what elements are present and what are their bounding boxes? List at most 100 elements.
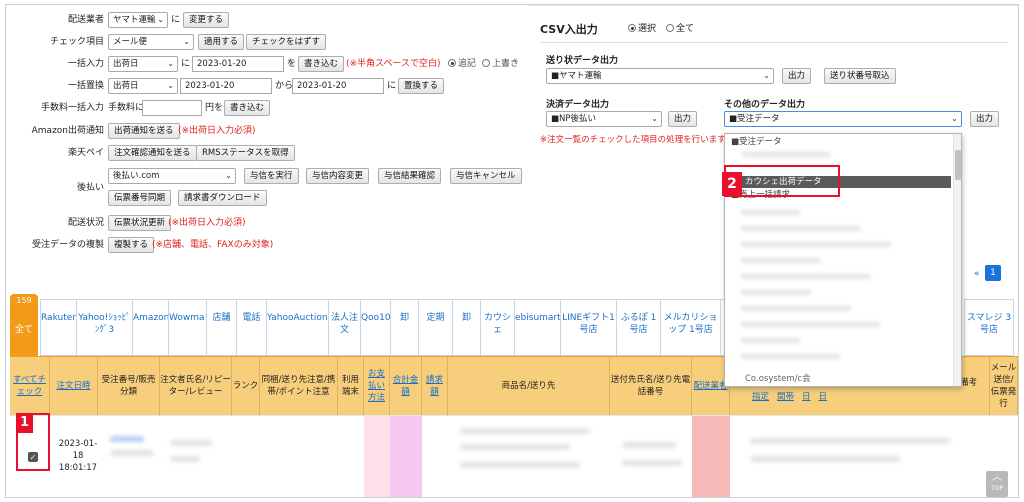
blurred-text	[741, 290, 811, 295]
radio-all[interactable]: 全て	[666, 22, 694, 36]
delivery-status-label: 配送状況	[67, 218, 104, 228]
sync-slip-number-button[interactable]: 伝票番号同期	[108, 190, 172, 206]
th-total[interactable]: 合計金額	[390, 357, 422, 415]
fee-input[interactable]	[142, 100, 202, 116]
bulk-input-note: (※半角スペースで空白)	[346, 59, 441, 69]
send-ship-notice-button[interactable]: 出荷通知を送る	[108, 123, 180, 139]
apply-button[interactable]: 適用する	[198, 34, 245, 50]
tab-yahoo-auction[interactable]: YahooAuction7	[266, 299, 328, 356]
dropdown-scrollbar[interactable]	[953, 134, 961, 386]
th-mail-slip: メール送信/伝票発行	[990, 357, 1018, 415]
other-output-button[interactable]: 出力	[970, 111, 1000, 127]
get-rms-status-button[interactable]: RMSステータスを取得	[196, 145, 295, 161]
blurred-text	[741, 306, 851, 311]
blurred-text	[750, 456, 900, 462]
bulk-replace-label: 一括置換	[67, 81, 104, 91]
tab-ebisumart[interactable]: ebisumart	[514, 299, 560, 356]
slip-output-button[interactable]: 出力	[782, 68, 812, 84]
payment-format-select[interactable]: ■NP後払い ⌄	[546, 111, 662, 127]
callout-number-2: 2	[722, 172, 742, 196]
chevron-down-icon: ⌄	[951, 114, 958, 123]
check-item-label: チェック項目	[49, 37, 104, 47]
tab-yahoo-shopping[interactable]: Yahoo!ｼｮｯﾋﾟﾝｸﾞ3	[76, 299, 132, 356]
highlight-cell	[692, 416, 730, 497]
check-item-select[interactable]: メール便 ⌄	[108, 34, 194, 50]
dropdown-option[interactable]: Co.osystem/c会	[725, 373, 951, 385]
scroll-to-top-button[interactable]: ︿ TOP	[986, 471, 1008, 497]
bulk-input-date[interactable]: 2023-01-20	[192, 56, 284, 72]
replace-button[interactable]: 置換する	[398, 78, 445, 94]
bulk-input-field-select[interactable]: 出荷日 ⌄	[108, 56, 178, 72]
import-slip-number-button[interactable]: 送り状番号取込	[824, 68, 896, 84]
tab-furupo[interactable]: ふるぽ 1号店	[616, 299, 660, 356]
bulk-wo-text: を	[287, 59, 297, 69]
blurred-text	[741, 274, 871, 279]
amazon-notify-label: Amazon出荷通知	[31, 126, 104, 136]
update-slip-status-button[interactable]: 伝票状況更新	[108, 215, 172, 231]
th-order-date[interactable]: 注文日時	[50, 357, 98, 415]
payment-output-title: 決済データ出力	[546, 100, 610, 110]
pagination-current-page[interactable]: 1	[985, 265, 1001, 281]
tab-rakuten[interactable]: Rakuten2	[40, 299, 76, 356]
th-sub-day[interactable]: 日	[802, 391, 811, 403]
other-output-title: その他のデータ出力	[724, 100, 806, 110]
payment-output-button[interactable]: 出力	[668, 111, 698, 127]
copy-button[interactable]: 複製する	[108, 237, 155, 253]
fee-bulk-label: 手数料一括入力	[40, 103, 104, 113]
uncheck-button[interactable]: チェックをはずす	[246, 34, 327, 50]
tab-wholesale[interactable]: 卸	[390, 299, 418, 356]
slip-format-select[interactable]: ■ヤマト運輸 ⌄	[546, 68, 774, 84]
credit-run-button[interactable]: 与信を実行	[244, 168, 299, 184]
tab-amazon[interactable]: Amazon4	[132, 299, 168, 356]
th-check-all[interactable]: すべてチェック	[10, 357, 50, 415]
replace-date-from[interactable]: 2023-01-20	[180, 78, 272, 94]
blurred-text	[110, 450, 154, 456]
other-format-select[interactable]: ■受注データ ⌄	[724, 111, 962, 127]
tab-kauche[interactable]: カウシェ	[480, 299, 514, 356]
chevron-down-icon: ⌄	[225, 171, 232, 180]
dropdown-option[interactable]: ■受注データ	[725, 136, 951, 148]
th-sub-specify[interactable]: 指定	[752, 391, 769, 403]
chevron-down-icon: ⌄	[167, 81, 174, 90]
tab-store[interactable]: 店舗	[206, 299, 236, 356]
credit-result-button[interactable]: 与信結果確認	[378, 168, 442, 184]
tab-wowma[interactable]: Wowma!	[168, 299, 206, 356]
credit-cancel-button[interactable]: 与信キャンセル	[450, 168, 522, 184]
tab-corporate[interactable]: 法人注文	[328, 299, 360, 356]
tab-all[interactable]: 159 全て	[10, 294, 38, 356]
radio-overwrite[interactable]: 上書き	[482, 57, 519, 71]
th-sub-timeslot[interactable]: 間帯	[777, 391, 794, 403]
radio-append[interactable]: 追記	[448, 57, 476, 71]
blurred-text	[622, 460, 682, 466]
replace-ni-text: に	[387, 81, 397, 91]
fee-prefix-text: 手数料に	[108, 103, 145, 113]
th-order-number: 受注番号/販売分類	[98, 357, 160, 415]
tab-phone[interactable]: 電話	[236, 299, 266, 356]
tab-mercari-shops[interactable]: メルカリショップ 1号店	[660, 299, 720, 356]
radio-selected[interactable]: 選択	[628, 22, 656, 36]
pagination-prev[interactable]: «	[974, 267, 980, 281]
highlight-cell	[364, 416, 390, 497]
write-button[interactable]: 書き込む	[298, 56, 345, 72]
table-row[interactable]: ✓ 2023-01-18 18:01:17	[10, 415, 1018, 497]
bulk-replace-field-select[interactable]: 出荷日 ⌄	[108, 78, 178, 94]
atobarai-service-select[interactable]: 後払い.com ⌄	[108, 168, 236, 184]
change-carrier-button[interactable]: 変更する	[183, 12, 230, 28]
tab-qoo10[interactable]: Qoo10	[360, 299, 390, 356]
tab-subscription[interactable]: 定期	[418, 299, 452, 356]
th-sub-day-2[interactable]: 日	[819, 391, 828, 403]
scrollbar-thumb[interactable]	[955, 150, 961, 180]
fee-write-button[interactable]: 書き込む	[224, 100, 271, 116]
th-payment-method[interactable]: お支払い方法	[364, 357, 390, 415]
th-invoice[interactable]: 請求額	[422, 357, 448, 415]
credit-change-button[interactable]: 与信内容変更	[306, 168, 370, 184]
send-order-confirm-button[interactable]: 注文確認通知を送る	[108, 145, 197, 161]
download-invoice-button[interactable]: 請求書ダウンロード	[178, 190, 267, 206]
tab-smaregi[interactable]: スマレジ 3号店	[964, 299, 1014, 356]
replace-date-to[interactable]: 2023-01-20	[292, 78, 384, 94]
chevron-down-icon: ⌄	[763, 71, 770, 80]
tab-wholesale-2[interactable]: 卸	[452, 299, 480, 356]
order-management-screen: 配送業者 ヤマト運輸 ⌄ に 変更する チェック項目 メール便 ⌄ 適用する チェッ…	[5, 4, 1019, 498]
tab-line-gift[interactable]: LINEギフト1号店	[560, 299, 616, 356]
carrier-select[interactable]: ヤマト運輸 ⌄	[108, 12, 168, 28]
